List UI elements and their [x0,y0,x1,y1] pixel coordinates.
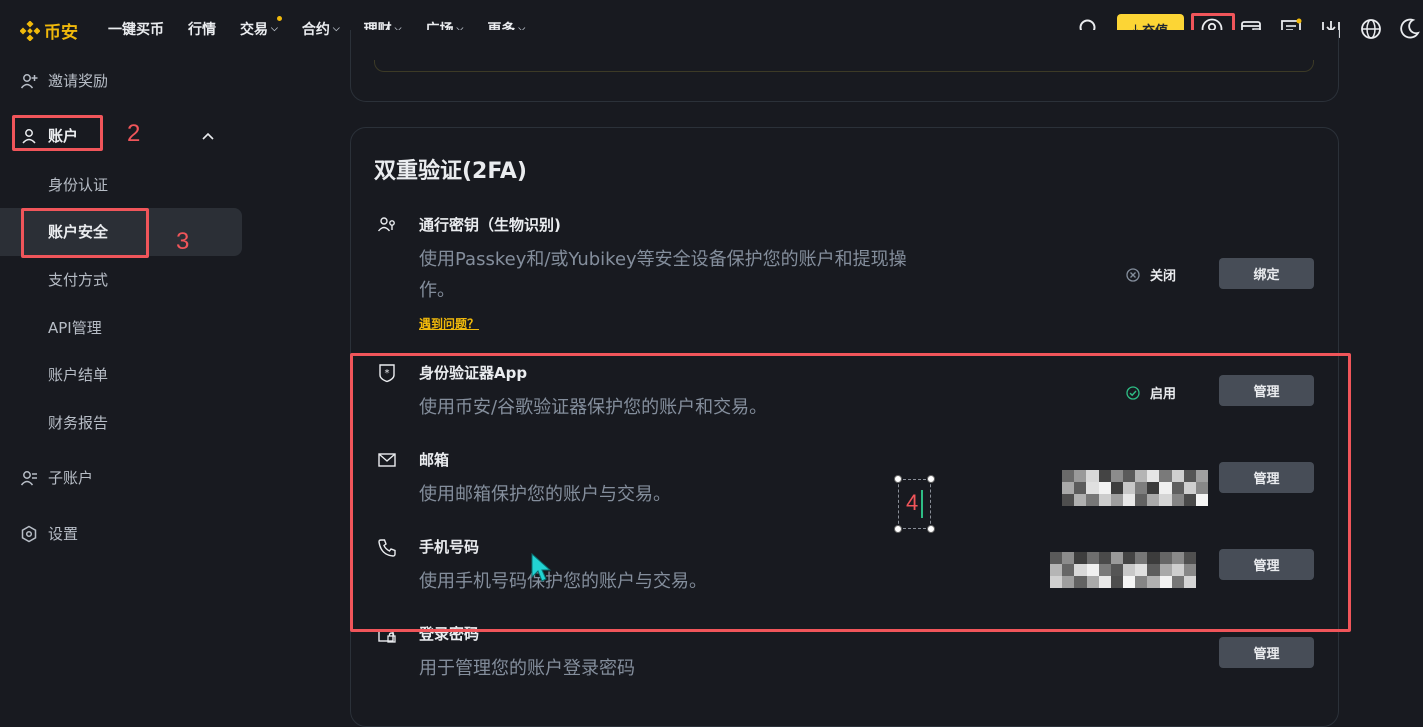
sidebar-item-invite[interactable]: 邀请奖励 [20,70,108,91]
nav-futures[interactable]: 合约 ⌵ [302,19,340,39]
user-plus-icon [20,72,38,90]
nav-markets[interactable]: 行情 [188,19,216,39]
annotation-box-2 [12,115,103,151]
nav-label: 合约 [301,22,330,38]
sidebar-item-settings[interactable]: 设置 [20,523,78,544]
logo-text: 币安 [44,23,78,43]
sub-account-icon [20,469,38,487]
annotation-number-2: 2 [127,120,141,147]
globe-icon[interactable] [1358,16,1384,42]
moon-icon[interactable] [1396,16,1422,42]
binance-logo-icon [20,20,40,41]
passkey-help-link[interactable]: 遇到问题？ [419,315,479,332]
passkey-icon [376,214,398,236]
chevron-down-icon: ⌵ [271,24,278,34]
sidebar [0,60,242,703]
passkey-description-line2: 作。 [419,280,455,301]
notification-dot [276,16,282,21]
annotation-number-3: 3 [176,228,190,255]
sidebar-item-payment[interactable]: 支付方式 [48,269,108,290]
sidebar-item-sub-account[interactable]: 子账户 [20,467,93,488]
sidebar-item-label: 子账户 [48,469,94,487]
close-circle-icon [1126,267,1140,282]
resize-handle[interactable] [894,475,902,483]
manage-password-button[interactable]: 管理 [1219,637,1314,668]
chevron-up-icon[interactable] [201,128,215,142]
sidebar-item-label: 邀请奖励 [48,72,109,90]
previous-card-inner [374,60,1314,72]
binance-logo[interactable]: 币安 [20,18,78,43]
settings-icon [20,525,38,543]
nav-buy-crypto[interactable]: 一键买币 [108,19,164,39]
passkey-title: 通行密钥（生物识别) [419,216,561,234]
nav-label: 交易 [240,22,268,38]
text-caret [921,490,923,518]
mouse-cursor-icon [531,552,553,589]
section-title: 双重验证(2FA) [374,159,527,184]
nav-trade[interactable]: 交易 ⌵ [240,16,282,39]
annotation-number-4: 4 [906,490,919,515]
sidebar-item-label: 设置 [48,525,79,543]
passkey-description-line1: 使用Passkey和/或Yubikey等安全设备保护您的账户和提现操 [419,249,907,270]
nav-label: 一键买币 [108,22,164,38]
password-description: 用于管理您的账户登录密码 [419,658,635,679]
passkey-status: 关闭 [1126,265,1176,284]
sidebar-item-financial-report[interactable]: 财务报告 [48,412,108,433]
nav-label: 行情 [188,22,216,38]
bind-passkey-button[interactable]: 绑定 [1219,258,1314,289]
sidebar-item-statement[interactable]: 账户结单 [48,364,108,385]
sidebar-item-api[interactable]: API管理 [48,317,102,338]
resize-handle[interactable] [894,525,902,533]
resize-handle[interactable] [927,525,935,533]
sidebar-item-identity[interactable]: 身份认证 [48,174,108,195]
chevron-down-icon: ⌵ [332,24,340,34]
status-label: 关闭 [1150,269,1177,284]
annotation-box-3 [21,208,149,258]
annotation-box-4 [350,353,1351,632]
resize-handle[interactable] [927,475,935,483]
